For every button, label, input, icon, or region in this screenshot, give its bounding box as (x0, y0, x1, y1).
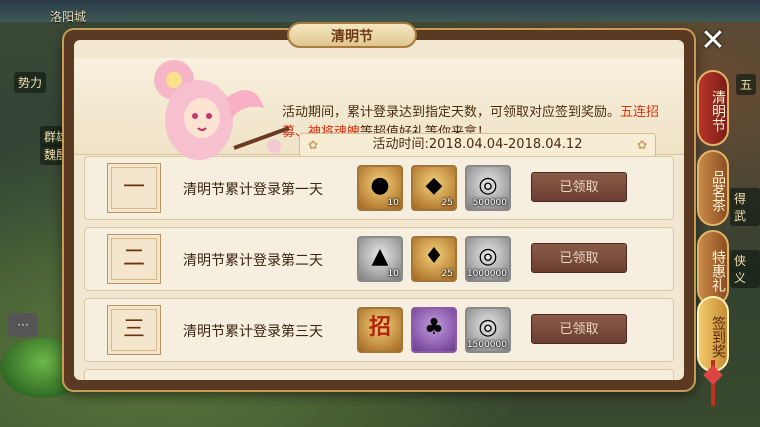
recruit-token-icon[interactable]: 招 (357, 307, 403, 353)
close-icon[interactable]: ✕ (696, 24, 730, 58)
claimed-button[interactable]: 已领取 (531, 243, 627, 273)
item-glyph: ● (370, 173, 390, 198)
reward-row-day-3: 三 清明节累计登录第三天 招 ♣ ◎ 1500000 已领取 (84, 298, 674, 362)
panel-title: 清明节 (287, 22, 417, 48)
gourd-icon[interactable]: ◆ 25 (411, 165, 457, 211)
item-count: 25 (441, 269, 453, 279)
iron-ingot-icon[interactable]: ▲ 10 (357, 236, 403, 282)
time-label: 活动时间: (372, 137, 429, 152)
reward-row-day-2: 二 清明节累计登录第二天 ▲ 10 ♦ 25 ◎ 1000000 已领取 (84, 227, 674, 291)
silver-coin-icon[interactable]: ◎ 500000 (465, 165, 511, 211)
flower-deco-icon: ✿ (636, 138, 647, 152)
bg-left-text-1: 势力 (14, 72, 47, 93)
claimed-button[interactable]: 已领取 (531, 314, 627, 344)
tab-qingming[interactable]: 清明节 (697, 70, 729, 146)
item-count: 25 (441, 198, 453, 208)
pearl-icon[interactable]: ● 10 (357, 165, 403, 211)
item-glyph: ▲ (371, 244, 389, 269)
silver-coin-icon[interactable]: ◎ 1500000 (465, 307, 511, 353)
bg-right-text-1: 五 (736, 74, 757, 95)
item-glyph: ◎ (478, 315, 498, 340)
bg-right-text-2: 得武 (730, 188, 760, 226)
description-text: 活动期间，累计登录达到指定天数，可领取对应签到奖励。 (282, 105, 621, 120)
item-count: 10 (387, 269, 399, 279)
item-glyph: ◎ (478, 173, 498, 198)
day-number: 一 (107, 163, 161, 213)
tab-tea[interactable]: 品茗茶 (697, 150, 729, 226)
item-count: 1000000 (466, 269, 507, 279)
item-count: 500000 (472, 198, 507, 208)
day-number: 三 (107, 305, 161, 355)
bg-right-text-3: 侠义 (730, 250, 760, 288)
panel-content: 活动期间，累计登录达到指定天数，可领取对应签到奖励。五连招募、神将魂魄等超值好礼… (74, 40, 684, 380)
top-status-bar (0, 0, 760, 22)
item-count: 1500000 (466, 340, 507, 350)
silver-coin-icon[interactable]: ◎ 1000000 (465, 236, 511, 282)
pouch-icon[interactable]: ♦ 25 (411, 236, 457, 282)
item-glyph: ◆ (425, 173, 443, 198)
reward-row-partial (84, 369, 674, 380)
chat-icon[interactable]: ··· (8, 313, 38, 337)
tab-discount-gift[interactable]: 特惠礼 (697, 230, 729, 306)
character-portrait (154, 60, 290, 160)
reward-row-label: 清明节累计登录第一天 (183, 182, 323, 198)
claimed-button[interactable]: 已领取 (531, 172, 627, 202)
soul-bag-icon[interactable]: ♣ (411, 307, 457, 353)
event-time-box: ✿ 活动时间:2018.04.04-2018.04.12 ✿ (299, 133, 656, 157)
tassel-decoration (711, 360, 715, 406)
city-label: 洛阳城 (50, 10, 87, 24)
reward-row-label: 清明节累计登录第三天 (183, 324, 323, 340)
event-header: 活动期间，累计登录达到指定天数，可领取对应签到奖励。五连招募、神将魂魄等超值好礼… (74, 58, 684, 160)
item-glyph: ♦ (424, 244, 444, 269)
item-glyph: 招 (368, 315, 391, 340)
day-number: 二 (107, 234, 161, 284)
item-glyph: ◎ (478, 244, 498, 269)
item-count: 10 (387, 198, 399, 208)
item-glyph: ♣ (424, 315, 444, 340)
event-panel: 活动期间，累计登录达到指定天数，可领取对应签到奖励。五连招募、神将魂魄等超值好礼… (64, 30, 694, 390)
time-range: 2018.04.04-2018.04.12 (428, 137, 583, 152)
reward-row-label: 清明节累计登录第二天 (183, 253, 323, 269)
